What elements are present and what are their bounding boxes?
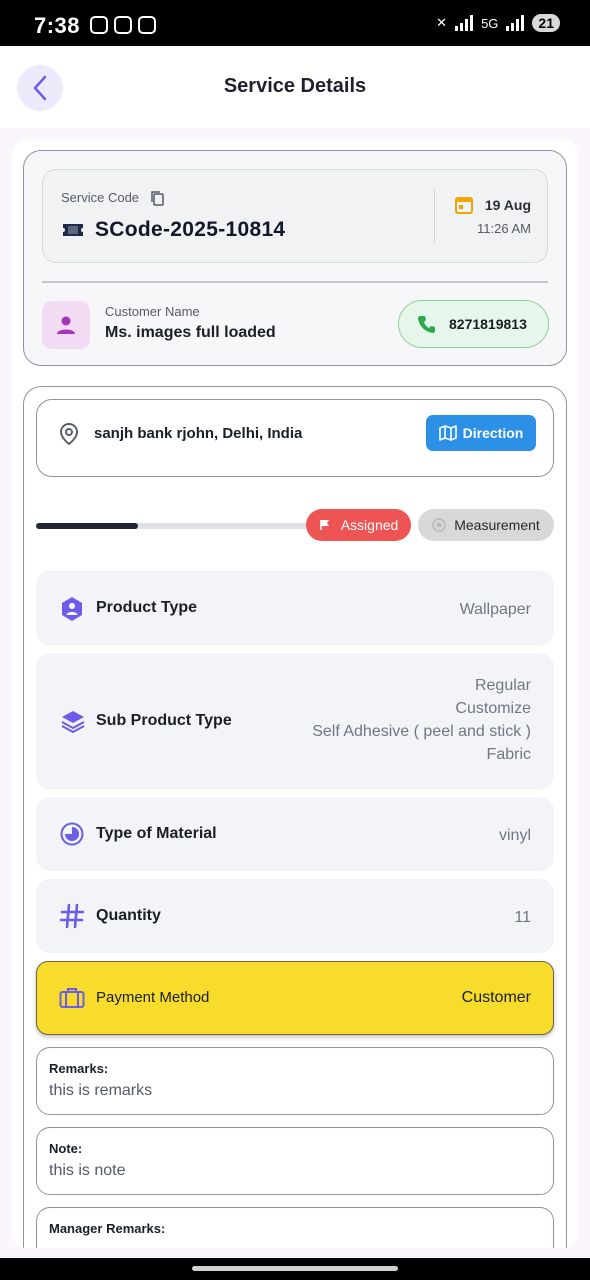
material-value: vinyl: [498, 827, 531, 844]
address-text: sanjh bank rjohn, Delhi, India: [94, 425, 303, 442]
app-header: Service Details: [0, 46, 590, 128]
product-type-row: Product Type Wallpaper: [36, 571, 554, 645]
mute-icon: ✕: [436, 15, 448, 30]
calendar-icon: [455, 197, 473, 214]
notification-icons: [90, 16, 156, 34]
manager-remarks-title: Manager Remarks:: [49, 1221, 166, 1236]
address-box: sanjh bank rjohn, Delhi, India Direction: [36, 399, 554, 477]
sub-product-type-label: Sub Product Type: [96, 712, 232, 729]
signal-icon: [455, 15, 474, 31]
customer-name: Ms. images full loaded: [105, 324, 276, 341]
service-date: 19 Aug: [484, 197, 531, 213]
avatar: [42, 301, 90, 349]
payment-method-row: Payment Method Customer: [36, 961, 554, 1035]
person-icon: [57, 316, 75, 334]
product-type-value: Wallpaper: [459, 601, 531, 618]
quantity-label: Quantity: [96, 907, 161, 924]
battery-indicator: 21: [532, 14, 560, 32]
material-icon: [60, 822, 84, 846]
call-customer-button[interactable]: 8271819813: [398, 300, 549, 348]
details-sheet: Service Code SCode-2025-10814 19 Aug 11:…: [12, 140, 578, 1248]
payment-method-value: Customer: [461, 989, 531, 1006]
status-right: ✕ 5G 21: [436, 14, 560, 32]
radio-dot-icon: [432, 518, 446, 532]
sub-product-value: Customize: [455, 700, 531, 717]
status-progress-fill: [36, 523, 138, 529]
note-text: this is note: [49, 1162, 126, 1179]
location-pin-icon: [59, 422, 79, 446]
service-code-value: SCode-2025-10814: [95, 218, 286, 241]
hexagon-icon: [62, 597, 82, 621]
map-icon: [438, 425, 457, 441]
status-progress-track: [36, 523, 326, 529]
quantity-value: 11: [514, 909, 531, 926]
product-type-label: Product Type: [96, 599, 198, 616]
divider: [42, 281, 548, 283]
page-title: Service Details: [223, 75, 367, 97]
flag-icon: [319, 520, 329, 530]
direction-button[interactable]: Direction: [426, 415, 536, 451]
service-summary-card: Service Code SCode-2025-10814 19 Aug 11:…: [23, 150, 567, 366]
remarks-box: Remarks: this is remarks: [36, 1047, 554, 1115]
signal-icon-2: [506, 15, 525, 31]
service-code-label: Service Code: [61, 190, 140, 205]
note-box: Note: this is note: [36, 1127, 554, 1195]
material-label: Type of Material: [96, 825, 217, 842]
status-chip-assigned[interactable]: Assigned: [306, 509, 411, 541]
sub-product-value: Self Adhesive ( peel and stick ): [312, 723, 531, 740]
measurement-label: Measurement: [454, 517, 540, 533]
system-nav-bar: [0, 1258, 590, 1280]
divider: [434, 190, 435, 242]
sub-product-type-values: Regular Customize Self Adhesive ( peel a…: [312, 674, 531, 766]
home-gesture-bar[interactable]: [192, 1266, 398, 1271]
layers-icon: [61, 711, 85, 733]
ticket-icon: [63, 224, 83, 236]
direction-label: Direction: [462, 425, 524, 441]
sub-product-value: Fabric: [486, 746, 531, 763]
note-title: Note:: [49, 1141, 83, 1156]
service-time: 11:26 AM: [477, 221, 531, 236]
remarks-text: this is remarks: [49, 1082, 153, 1099]
service-info-card: sanjh bank rjohn, Delhi, India Direction…: [23, 386, 567, 1248]
status-bar: 7:38 ✕ 5G 21: [0, 0, 590, 46]
wallet-icon: [59, 988, 85, 1008]
sub-product-type-row: Sub Product Type Regular Customize Self …: [36, 653, 554, 789]
manager-remarks-box: Manager Remarks:: [36, 1207, 554, 1248]
customer-phone: 8271819813: [449, 316, 527, 332]
quantity-row: Quantity 11: [36, 879, 554, 953]
network-type: 5G: [481, 15, 499, 31]
copy-icon[interactable]: [149, 190, 165, 207]
assigned-label: Assigned: [340, 517, 399, 533]
phone-icon: [418, 316, 435, 333]
hash-icon: [60, 903, 84, 929]
service-code-box: Service Code SCode-2025-10814 19 Aug 11:…: [42, 169, 548, 263]
status-chip-measurement[interactable]: Measurement: [418, 509, 554, 541]
customer-name-label: Customer Name: [105, 304, 200, 319]
remarks-title: Remarks:: [49, 1061, 109, 1076]
status-time: 7:38: [34, 13, 81, 38]
material-row: Type of Material vinyl: [36, 797, 554, 871]
payment-method-label: Payment Method: [96, 989, 210, 1006]
sub-product-value: Regular: [474, 677, 531, 694]
